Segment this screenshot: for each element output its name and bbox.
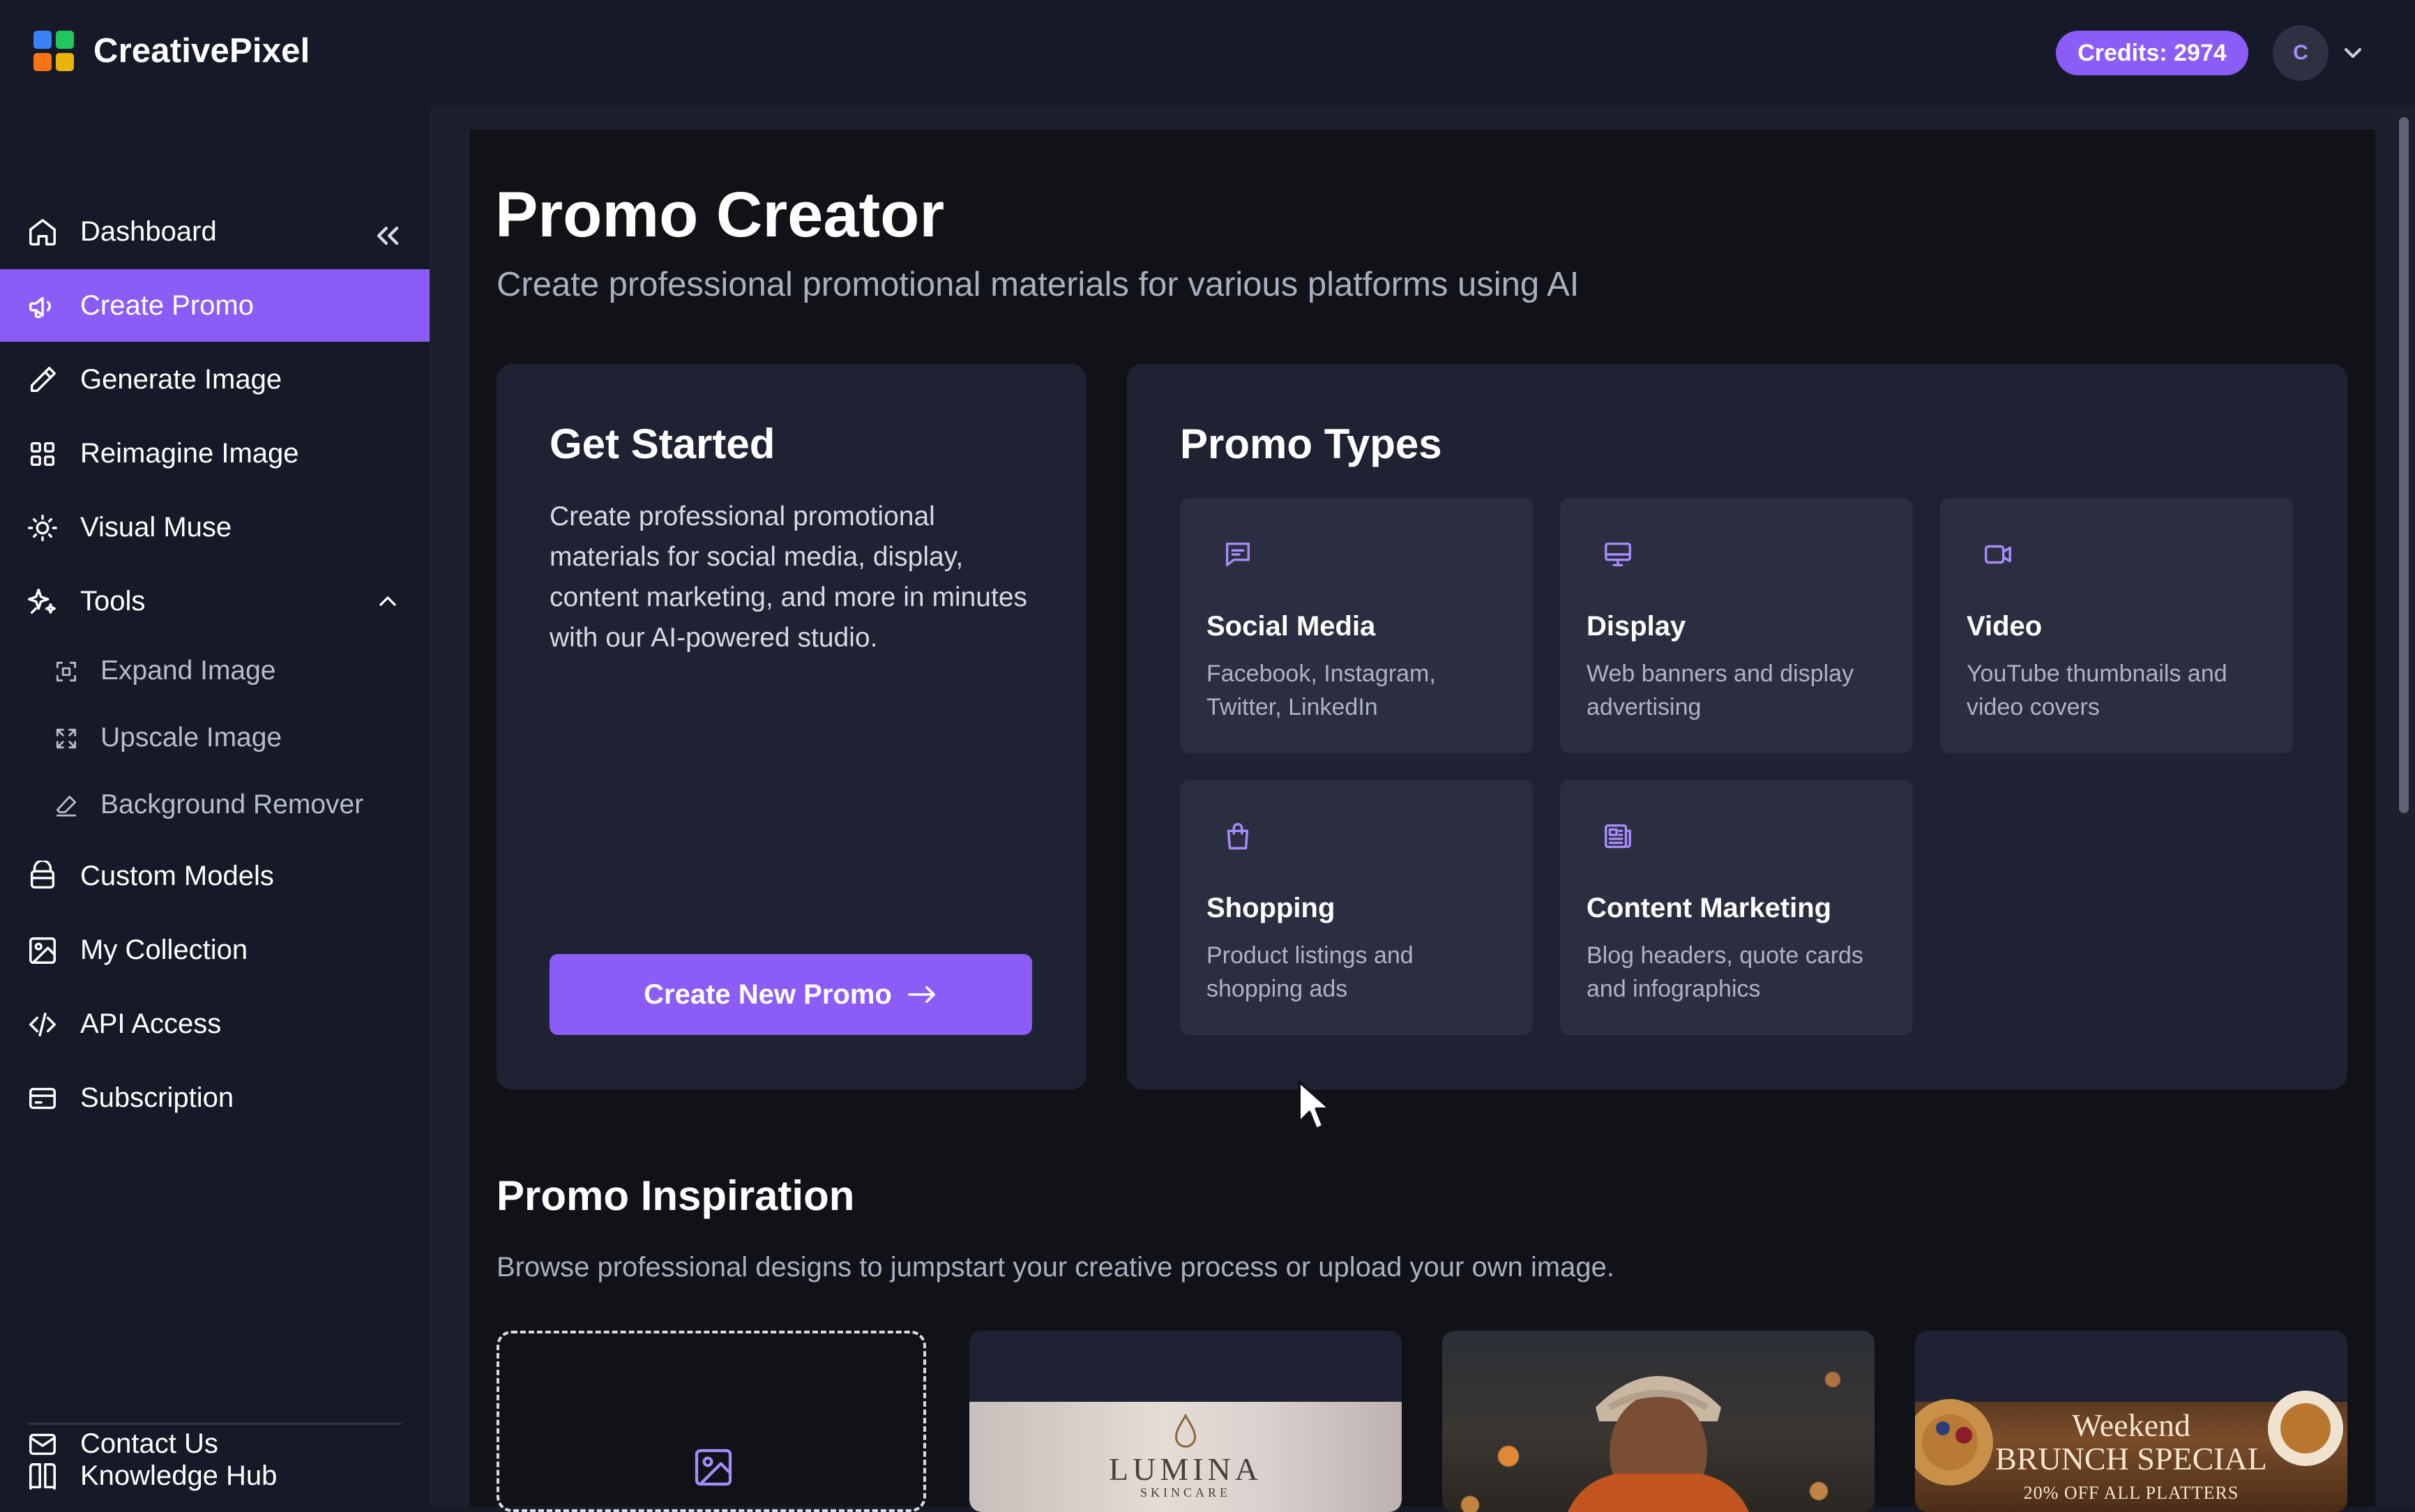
sidebar-item-label: Reimagine Image [80, 438, 299, 469]
shopping-bag-icon [1227, 823, 1249, 849]
sidebar-subitem-label: Background Remover [100, 789, 364, 819]
mouse-cursor-icon [1298, 1080, 1331, 1131]
upscale-icon [56, 728, 77, 749]
mail-icon [29, 1433, 56, 1456]
promo-inspiration-subtitle: Browse professional designs to jumpstart… [497, 1252, 1615, 1283]
lumina-tagline: SKINCARE [1140, 1485, 1231, 1499]
promo-type-video[interactable]: Video YouTube thumbnails and video cover… [1940, 498, 2293, 753]
app-name: CreativePixel [93, 32, 310, 70]
eraser-icon [56, 795, 77, 817]
sidebar-subitem-background-remover[interactable]: Background Remover [0, 771, 430, 838]
brunch-line-1: Weekend [2072, 1407, 2190, 1443]
promo-type-title: Shopping [1206, 893, 1335, 923]
sidebar-item-tools[interactable]: Tools [0, 565, 430, 637]
sparkles-icon [28, 589, 56, 614]
promo-type-title: Social Media [1206, 611, 1376, 642]
promo-type-title: Display [1587, 611, 1686, 642]
chevron-up-icon[interactable] [374, 587, 402, 615]
promo-type-title: Video [1967, 611, 2043, 642]
sidebar: Dashboard Create Promo Generate Image Re… [0, 106, 430, 1506]
credits-badge[interactable]: Credits: 2974 [2056, 31, 2248, 75]
upload-image-tile[interactable] [497, 1331, 926, 1512]
sidebar-item-create-promo[interactable]: Create Promo [0, 269, 430, 342]
promo-type-shopping[interactable]: Shopping Product listings and shopping a… [1180, 780, 1533, 1035]
promo-inspiration-title: Promo Inspiration [497, 1172, 855, 1219]
app-logo[interactable]: CreativePixel [33, 31, 310, 71]
create-new-promo-label: Create New Promo [644, 978, 892, 1010]
get-started-card: Get Started Create professional promotio… [497, 364, 1087, 1089]
create-new-promo-button[interactable]: Create New Promo [550, 954, 1032, 1035]
database-icon [30, 861, 55, 889]
promo-type-desc: YouTube thumbnails and video covers [1967, 660, 2227, 720]
sidebar-item-label: Tools [80, 586, 146, 617]
pencil-icon [30, 367, 56, 393]
promo-type-desc: Web banners and display advertising [1587, 660, 1854, 720]
image-upload-icon [695, 1449, 732, 1486]
sidebar-item-label: Visual Muse [80, 512, 232, 543]
sidebar-item-dashboard[interactable]: Dashboard [0, 195, 430, 268]
get-started-body: Create professional promotional material… [550, 501, 1028, 653]
promo-type-desc: Product listings and shopping ads [1206, 942, 1414, 1002]
megaphone-icon [29, 296, 51, 319]
get-started-title: Get Started [550, 421, 775, 467]
sidebar-subitem-expand-image[interactable]: Expand Image [0, 637, 430, 704]
video-icon [1985, 545, 2011, 564]
chat-icon [1225, 542, 1250, 567]
sidebar-item-label: Generate Image [80, 364, 282, 395]
sidebar-item-custom-models[interactable]: Custom Models [0, 840, 430, 912]
page-title: Promo Creator [495, 179, 945, 250]
sidebar-item-my-collection[interactable]: My Collection [0, 914, 430, 986]
promo-type-title: Content Marketing [1587, 893, 1832, 923]
sidebar-item-label: Dashboard [80, 216, 217, 247]
sidebar-item-visual-muse[interactable]: Visual Muse [0, 491, 430, 564]
sidebar-item-label: Custom Models [80, 861, 274, 891]
promo-type-social-media[interactable]: Social Media Facebook, Instagram, Twitte… [1180, 498, 1533, 753]
sidebar-subitem-label: Expand Image [100, 656, 276, 686]
promo-type-desc: Facebook, Instagram, Twitter, LinkedIn [1206, 660, 1436, 720]
brunch-headline: Weekend BRUNCH SPECIAL [1915, 1409, 2347, 1476]
newspaper-icon [1605, 824, 1631, 849]
expand-icon [56, 661, 77, 682]
sidebar-item-api-access[interactable]: API Access [0, 988, 430, 1060]
code-icon [29, 1012, 56, 1037]
sidebar-item-label: Create Promo [80, 290, 254, 321]
inspiration-thumb-brunch[interactable]: Weekend BRUNCH SPECIAL 20% OFF ALL PLATT… [1915, 1331, 2347, 1512]
sidebar-item-generate-image[interactable]: Generate Image [0, 343, 430, 416]
monitor-icon [1605, 542, 1631, 567]
scrollbar-thumb[interactable] [2399, 117, 2409, 813]
sidebar-item-reimagine-image[interactable]: Reimagine Image [0, 417, 430, 490]
sidebar-item-label: Contact Us [80, 1428, 218, 1459]
sidebar-item-subscription[interactable]: Subscription [0, 1061, 430, 1134]
page-subtitle: Create professional promotional material… [497, 266, 1580, 303]
image-icon [29, 937, 56, 964]
brunch-discount: 20% OFF ALL PLATTERS [2023, 1483, 2239, 1503]
sidebar-item-label: API Access [80, 1008, 222, 1039]
lumina-brand-name: LUMINA [1109, 1451, 1262, 1487]
promo-type-desc: Blog headers, quote cards and infographi… [1587, 942, 1863, 1002]
sidebar-subitem-upscale-image[interactable]: Upscale Image [0, 704, 430, 771]
brunch-line-2: BRUNCH SPECIAL [1995, 1441, 2267, 1476]
promo-types-card: Promo Types Social Media Facebook, Insta… [1127, 364, 2347, 1089]
promo-type-display[interactable]: Display Web banners and display advertis… [1560, 498, 1913, 753]
promo-type-content-marketing[interactable]: Content Marketing Blog headers, quote ca… [1560, 780, 1913, 1035]
home-icon [29, 219, 56, 245]
sidebar-item-label: Subscription [80, 1082, 234, 1113]
sidebar-item-label: My Collection [80, 935, 248, 965]
arrow-right-icon [908, 985, 935, 1004]
grid-icon [30, 441, 55, 467]
logo-mark-icon [33, 31, 74, 71]
chevron-down-icon[interactable] [2339, 39, 2367, 67]
sidebar-subitem-label: Upscale Image [100, 723, 282, 753]
promo-types-title: Promo Types [1180, 421, 1442, 467]
inspiration-thumb-lumina[interactable]: LUMINA SKINCARE [969, 1331, 1402, 1512]
droplet-icon [1174, 1413, 1197, 1448]
sidebar-item-contact-us[interactable]: Contact Us [0, 1407, 430, 1480]
card-icon [29, 1087, 56, 1110]
avatar[interactable]: C [2273, 25, 2329, 81]
inspiration-thumb-portrait[interactable] [1442, 1331, 1875, 1512]
lightbulb-icon [28, 515, 57, 541]
portrait-figure-image [1568, 1376, 1749, 1512]
top-bar: CreativePixel Credits: 2974 C [0, 0, 2415, 106]
